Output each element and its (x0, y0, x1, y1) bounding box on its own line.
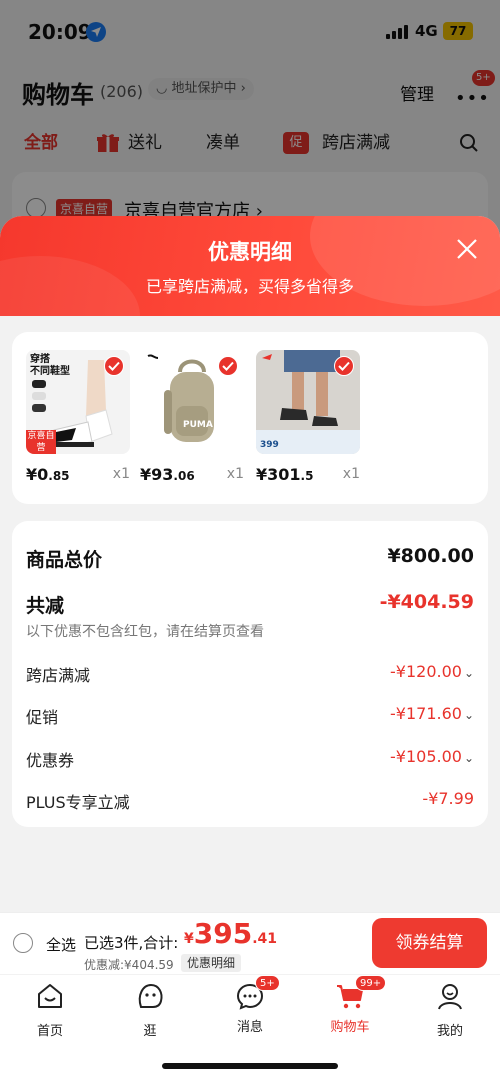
message-badge: 5+ (255, 975, 280, 991)
tab-label: 逛 (143, 1024, 157, 1039)
products-card: 穿搭不同鞋型 京喜自营包邮 ¥0.85 x1 (12, 332, 488, 504)
checkout-bar: 全选 已选3件,合计: ¥395.41 优惠减:¥404.59 优惠明细 领券结… (0, 912, 500, 974)
product-image: PUMA (140, 350, 244, 454)
sheet-subtitle: 已享跨店满减，买得多省得多 (145, 277, 354, 296)
discount-row-promotion[interactable]: -¥171.60 ⌄ (390, 704, 474, 723)
product-image: 399 (256, 350, 360, 454)
tab-message[interactable]: 5+ 消息 (210, 975, 290, 1035)
tab-label: 购物车 (330, 1020, 370, 1035)
profile-icon (438, 984, 462, 1010)
save-label: 共减 (26, 595, 65, 617)
home-icon (38, 984, 62, 1008)
tab-profile[interactable]: 我的 (410, 981, 490, 1039)
selected-count-text: 已选3件,合计: (84, 934, 179, 952)
tab-explore[interactable]: 逛 (110, 981, 190, 1039)
cart-badge: 99+ (355, 975, 387, 991)
product-item[interactable]: 399 ¥301.5 x1 (256, 350, 360, 484)
chevron-down-icon: ⌄ (463, 751, 474, 765)
total-value: ¥800.00 (387, 545, 474, 567)
explore-icon (138, 983, 163, 1008)
discount-row-plus: -¥7.99 (422, 789, 474, 808)
chevron-down-icon: ⌄ (463, 666, 474, 680)
discount-row-label: 优惠券 (26, 751, 75, 770)
selected-check-icon[interactable] (218, 356, 238, 376)
discount-row-label: 跨店满减 (26, 666, 91, 685)
save-value: -¥404.59 (379, 591, 474, 613)
product-item[interactable]: PUMA ¥93.06 x1 (140, 350, 244, 484)
product-qty: x1 (112, 466, 130, 482)
total-label: 商品总价 (26, 549, 103, 571)
product-price: ¥0.85 (26, 465, 70, 484)
home-indicator (162, 1063, 338, 1069)
discount-amount-text: 优惠减:¥404.59 (84, 958, 174, 972)
discount-note: 以下优惠不包含红包，请在结算页查看 (26, 624, 264, 640)
checkout-button[interactable]: 领券结算 (372, 918, 487, 968)
overlay-dim[interactable] (0, 0, 500, 240)
tab-label: 首页 (36, 1024, 63, 1039)
product-qty: x1 (226, 466, 244, 482)
message-icon-wrap: 5+ (235, 975, 280, 1011)
select-all-checkbox[interactable] (13, 933, 33, 953)
discount-row-cross-store[interactable]: -¥120.00 ⌄ (390, 662, 474, 681)
image-tag: 京喜自营包邮 (26, 430, 56, 454)
discount-row-label: PLUS专享立减 (26, 793, 130, 812)
discount-row-coupon[interactable]: -¥105.00 ⌄ (390, 747, 474, 766)
discount-detail-link[interactable]: 优惠明细 (181, 954, 242, 972)
discount-row-label: 促销 (26, 708, 59, 727)
product-price: ¥93.06 (140, 465, 195, 484)
sheet-title: 优惠明细 (208, 240, 292, 264)
sheet-header: 优惠明细 已享跨店满减，买得多省得多 (0, 216, 500, 376)
tab-cart[interactable]: 99+ 购物车 (310, 975, 390, 1035)
product-image: 穿搭不同鞋型 京喜自营包邮 (26, 350, 130, 454)
product-item[interactable]: 穿搭不同鞋型 京喜自营包邮 ¥0.85 x1 (26, 350, 130, 484)
tab-bar: 首页 逛 5+ 消息 99+ 购物车 我的 (0, 975, 500, 1081)
tab-home[interactable]: 首页 (10, 981, 90, 1039)
summary-card: 商品总价 ¥800.00 共减 -¥404.59 以下优惠不包含红包，请在结算页… (12, 521, 488, 827)
tab-label: 消息 (236, 1020, 263, 1035)
select-all-label[interactable]: 全选 (46, 934, 76, 955)
product-qty: x1 (342, 466, 360, 482)
close-icon[interactable] (452, 234, 482, 264)
total-amount: ¥395.41 (184, 917, 278, 950)
tab-label: 我的 (436, 1024, 463, 1039)
cart-icon-wrap: 99+ (335, 975, 387, 1011)
image-price: 399 (260, 440, 279, 450)
chevron-down-icon: ⌄ (463, 708, 474, 722)
brand-logo: PUMA (183, 420, 213, 430)
selected-check-icon[interactable] (334, 356, 354, 376)
product-price: ¥301.5 (256, 465, 314, 484)
selected-check-icon[interactable] (104, 356, 124, 376)
